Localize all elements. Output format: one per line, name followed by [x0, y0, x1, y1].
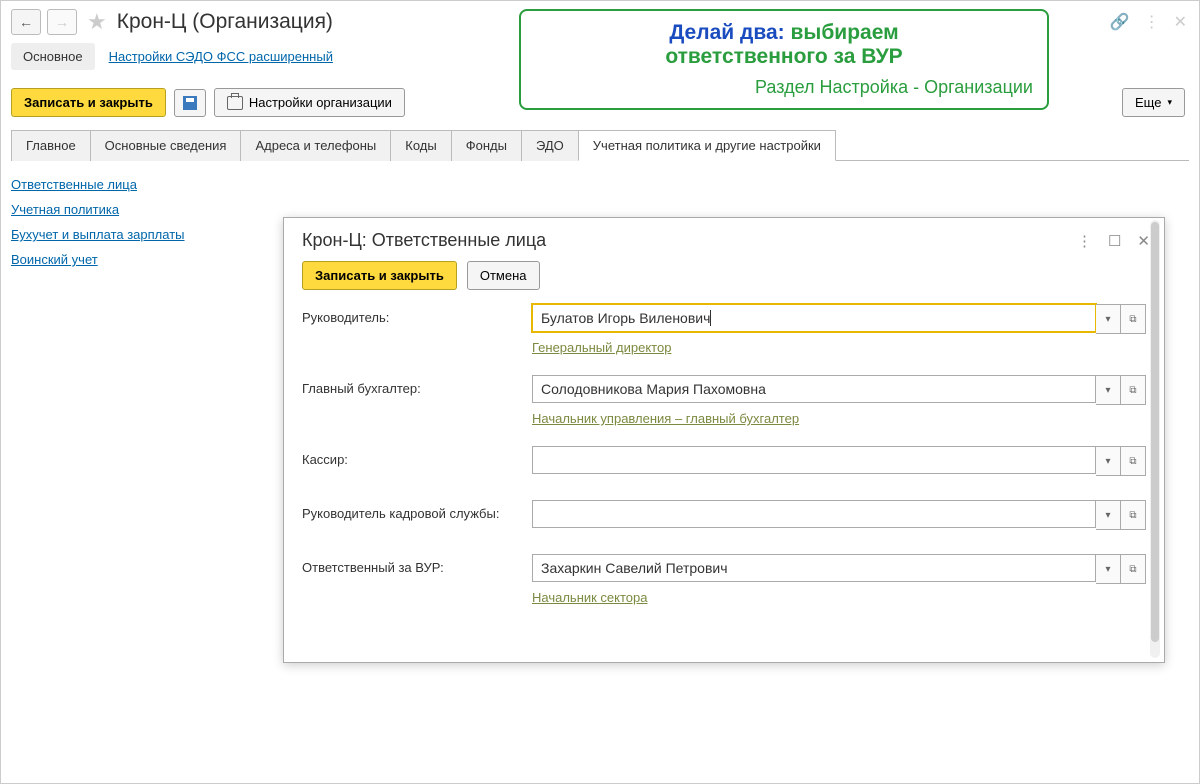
callout-bold: Делай два:	[669, 21, 784, 44]
field-open-1[interactable]: ⧉	[1121, 375, 1146, 405]
dialog-close-icon[interactable]: ✕	[1137, 232, 1150, 250]
subhead-tab-main[interactable]: Основное	[11, 43, 95, 70]
field-label-1: Главный бухгалтер:	[302, 375, 532, 396]
floppy-icon	[183, 96, 197, 110]
dialog-scrollbar[interactable]	[1150, 220, 1160, 658]
field-input-1[interactable]: Солодовникова Мария Пахомовна	[532, 375, 1096, 403]
field-label-2: Кассир:	[302, 446, 532, 467]
sidelink-0[interactable]: Ответственные лица	[11, 177, 251, 192]
field-sublink-0[interactable]: Генеральный директор	[532, 340, 671, 355]
field-row-1: Главный бухгалтер:Солодовникова Мария Па…	[302, 375, 1146, 440]
favorite-star-icon[interactable]: ★	[87, 9, 107, 35]
dialog-title: Крон-Ц: Ответственные лица	[302, 230, 1077, 251]
dialog-maximize-icon[interactable]: ☐	[1108, 232, 1121, 250]
tab-3[interactable]: Коды	[390, 130, 451, 161]
save-button[interactable]	[174, 89, 206, 117]
printer-icon	[227, 96, 243, 110]
dialog-cancel-button[interactable]: Отмена	[467, 261, 540, 290]
callout-line2: ответственного за ВУР	[535, 45, 1033, 69]
field-open-2[interactable]: ⧉	[1121, 446, 1146, 476]
field-open-3[interactable]: ⧉	[1121, 500, 1146, 530]
sidelink-2[interactable]: Бухучет и выплата зарплаты	[11, 227, 251, 242]
tab-6[interactable]: Учетная политика и другие настройки	[578, 130, 836, 161]
callout-green1: выбираем	[790, 21, 898, 44]
field-dropdown-3[interactable]: ▾	[1096, 500, 1121, 530]
dialog-save-close-button[interactable]: Записать и закрыть	[302, 261, 457, 290]
chevron-down-icon: ▾	[1167, 97, 1172, 108]
tab-0[interactable]: Главное	[11, 130, 91, 161]
field-sublink-1[interactable]: Начальник управления – главный бухгалтер	[532, 411, 799, 426]
side-links: Ответственные лица Учетная политика Бухуче…	[11, 173, 251, 267]
tab-1[interactable]: Основные сведения	[90, 130, 242, 161]
dialog-header: Крон-Ц: Ответственные лица ⋮ ☐ ✕	[284, 218, 1164, 261]
field-input-2[interactable]	[532, 446, 1096, 474]
close-icon[interactable]: ✕	[1174, 12, 1187, 32]
field-label-0: Руководитель:	[302, 304, 532, 325]
instruction-callout: Делай два: выбираем ответственного за ВУ…	[519, 9, 1049, 110]
field-row-0: Руководитель:Булатов Игорь Виленович▾⧉ Ге…	[302, 304, 1146, 369]
dialog-responsible-persons: Крон-Ц: Ответственные лица ⋮ ☐ ✕ Записат…	[283, 217, 1165, 663]
field-dropdown-4[interactable]: ▾	[1096, 554, 1121, 584]
more-button[interactable]: Еще ▾	[1122, 88, 1185, 117]
dialog-toolbar: Записать и закрыть Отмена	[284, 261, 1164, 304]
field-input-4[interactable]: Захаркин Савелий Петрович	[532, 554, 1096, 582]
more-label: Еще	[1135, 95, 1161, 110]
field-label-4: Ответственный за ВУР:	[302, 554, 532, 575]
tab-4[interactable]: Фонды	[451, 130, 522, 161]
field-dropdown-0[interactable]: ▾	[1096, 304, 1121, 334]
forward-button[interactable]: →	[47, 9, 77, 35]
field-open-4[interactable]: ⧉	[1121, 554, 1146, 584]
callout-line3: Раздел Настройка - Организации	[535, 77, 1033, 98]
org-settings-button[interactable]: Настройки организации	[214, 88, 405, 117]
field-input-3[interactable]	[532, 500, 1096, 528]
save-close-button[interactable]: Записать и закрыть	[11, 88, 166, 117]
field-label-3: Руководитель кадровой службы:	[302, 500, 532, 521]
tabs-bar: ГлавноеОсновные сведенияАдреса и телефон…	[11, 129, 1189, 161]
field-sublink-4[interactable]: Начальник сектора	[532, 590, 648, 605]
kebab-icon[interactable]: ⋮	[1144, 12, 1160, 32]
field-input-0[interactable]: Булатов Игорь Виленович	[532, 304, 1096, 332]
sidelink-1[interactable]: Учетная политика	[11, 202, 251, 217]
field-dropdown-2[interactable]: ▾	[1096, 446, 1121, 476]
link-icon[interactable]: 🔗	[1110, 12, 1130, 32]
field-dropdown-1[interactable]: ▾	[1096, 375, 1121, 405]
field-open-0[interactable]: ⧉	[1121, 304, 1146, 334]
page-title: Крон-Ц (Организация)	[117, 10, 333, 34]
org-settings-label: Настройки организации	[249, 95, 392, 110]
dialog-body: Руководитель:Булатов Игорь Виленович▾⧉Ге…	[284, 304, 1164, 619]
field-row-3: Руководитель кадровой службы: ▾⧉	[302, 500, 1146, 548]
tab-5[interactable]: ЭДО	[521, 130, 579, 161]
field-row-4: Ответственный за ВУР:Захаркин Савелий Пе…	[302, 554, 1146, 619]
dialog-kebab-icon[interactable]: ⋮	[1077, 232, 1092, 250]
subhead-link-sedo[interactable]: Настройки СЭДО ФСС расширенный	[109, 49, 333, 64]
scrollbar-thumb[interactable]	[1151, 222, 1159, 642]
sidelink-3[interactable]: Воинский учет	[11, 252, 251, 267]
back-button[interactable]: ←	[11, 9, 41, 35]
tab-2[interactable]: Адреса и телефоны	[240, 130, 391, 161]
app-window: ← → ★ Крон-Ц (Организация) 🔗 ⋮ ✕ Основно…	[0, 0, 1200, 784]
field-row-2: Кассир: ▾⧉	[302, 446, 1146, 494]
